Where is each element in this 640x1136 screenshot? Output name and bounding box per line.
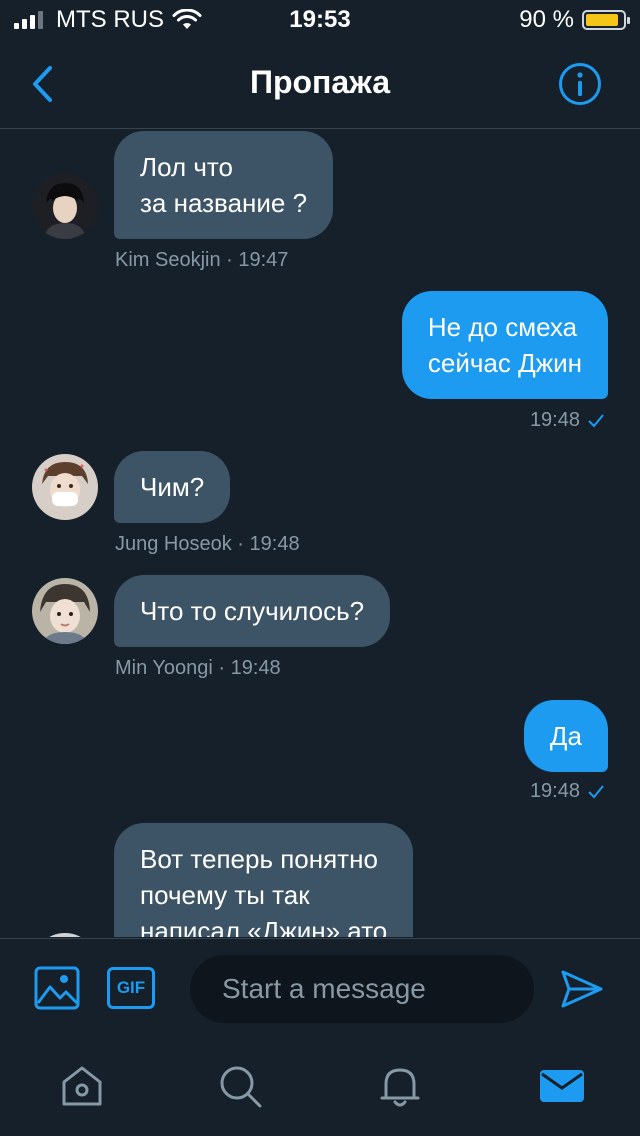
- message-line: почему ты так: [140, 880, 310, 910]
- message-bubble[interactable]: Да: [523, 700, 608, 772]
- battery-icon: [582, 10, 630, 30]
- image-icon: [34, 966, 80, 1010]
- avatar[interactable]: [32, 454, 98, 520]
- message-bubble[interactable]: Лол что за название ?: [114, 131, 334, 239]
- message-line: Что то случилось?: [140, 596, 365, 626]
- search-icon: [220, 1066, 262, 1108]
- message-time: 19:48: [529, 409, 580, 431]
- message-bubble[interactable]: Чим?: [114, 451, 231, 523]
- tab-notifications[interactable]: [376, 1062, 424, 1110]
- info-button[interactable]: [558, 62, 602, 106]
- gif-button[interactable]: GIF: [107, 967, 155, 1009]
- message-meta: 19:48: [530, 780, 604, 803]
- conversation-title: Пропажа: [249, 64, 391, 100]
- message-line: написал «Джин» ато: [140, 916, 388, 937]
- info-icon: [559, 63, 601, 105]
- avatar[interactable]: [32, 578, 98, 644]
- battery-percent: 90 %: [519, 6, 574, 33]
- message-line: Чим?: [140, 472, 205, 502]
- message-input-placeholder: Start a message: [222, 973, 426, 1004]
- add-photo-button[interactable]: [34, 965, 80, 1011]
- tab-search[interactable]: [216, 1062, 264, 1110]
- tab-bar: [0, 1038, 640, 1136]
- message-bubble[interactable]: Вот теперь понятно почему ты так написал…: [114, 823, 414, 937]
- message-line: Не до смеха: [427, 312, 578, 342]
- status-right: 90 %: [519, 6, 630, 34]
- message-meta: Kim Seokjin · 19:47: [115, 249, 289, 271]
- checkmark-icon: [588, 413, 604, 427]
- avatar[interactable]: [32, 173, 98, 239]
- message-meta: Jung Hoseok · 19:48: [115, 533, 300, 555]
- avatar-image: [32, 933, 98, 937]
- conversation-header: Пропажа: [0, 40, 640, 129]
- bell-icon: [380, 1068, 420, 1107]
- tab-home[interactable]: [58, 1062, 106, 1110]
- message-bubble[interactable]: Что то случилось?: [114, 575, 391, 647]
- avatar-image: [32, 578, 98, 644]
- gif-label: GIF: [116, 978, 146, 997]
- send-button[interactable]: [560, 967, 604, 1011]
- tab-messages[interactable]: [538, 1062, 586, 1110]
- status-bar: MTS RUS 19:53 90 %: [0, 0, 640, 40]
- home-icon: [62, 1066, 102, 1106]
- message-line: Да: [549, 721, 582, 751]
- checkmark-icon: [588, 784, 604, 798]
- battery-fill: [586, 14, 619, 26]
- message-meta: Min Yoongi · 19:48: [115, 657, 281, 679]
- message-line: за название ?: [140, 188, 308, 218]
- message-input[interactable]: Start a message: [190, 955, 534, 1023]
- avatar-image: [32, 454, 98, 520]
- avatar-image: [32, 173, 98, 239]
- message-bubble[interactable]: Не до смеха сейчас Джин: [401, 291, 608, 399]
- mail-icon: [540, 1070, 584, 1102]
- message-line: сейчас Джин: [427, 348, 582, 378]
- message-line: Лол что: [140, 152, 233, 182]
- message-line: Вот теперь понятно: [140, 844, 378, 874]
- message-list[interactable]: Лол что за название ? Kim Seokjin · 19:4…: [0, 129, 640, 937]
- avatar[interactable]: [32, 933, 98, 937]
- message-meta: 19:48: [530, 409, 604, 432]
- message-composer: GIF Start a message: [0, 938, 640, 1039]
- message-time: 19:48: [529, 780, 580, 802]
- send-icon: [561, 970, 603, 1008]
